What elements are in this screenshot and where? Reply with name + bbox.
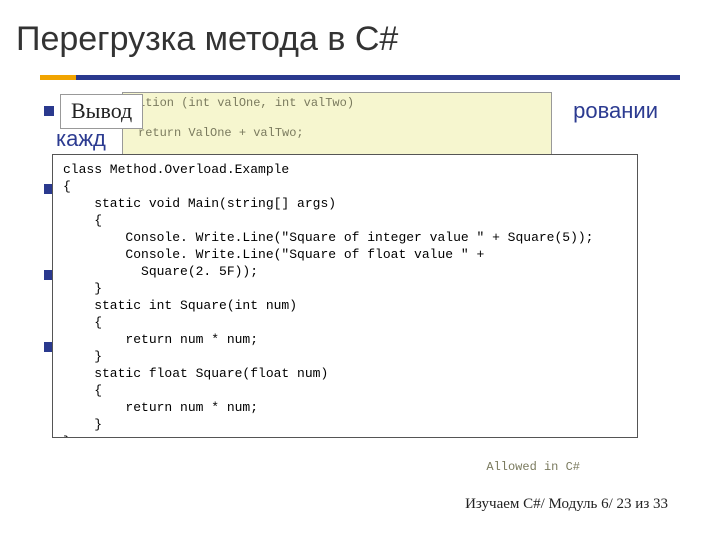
code-faint-line-b: return ValOne + valTwo; [138,126,304,140]
bg-text-tail: ровании [573,98,658,124]
bg-text-fragment: кажд [56,126,106,152]
bullet-icon [44,106,54,116]
footer-pagination: Изучаем C#/ Модуль 6/ 23 из 33 [465,496,668,513]
output-chip: Вывод [60,94,143,129]
page-title: Перегрузка метода в C# [16,20,720,59]
title-rule [40,75,680,80]
allowed-label: Allowed in C# [486,460,580,474]
code-faint-line-a: ition (int valOne, int valTwo) [138,96,354,110]
code-snippet: class Method.Overload.Example { static v… [52,154,638,438]
slide-body: ition (int valOne, int valTwo) return Va… [0,92,720,532]
